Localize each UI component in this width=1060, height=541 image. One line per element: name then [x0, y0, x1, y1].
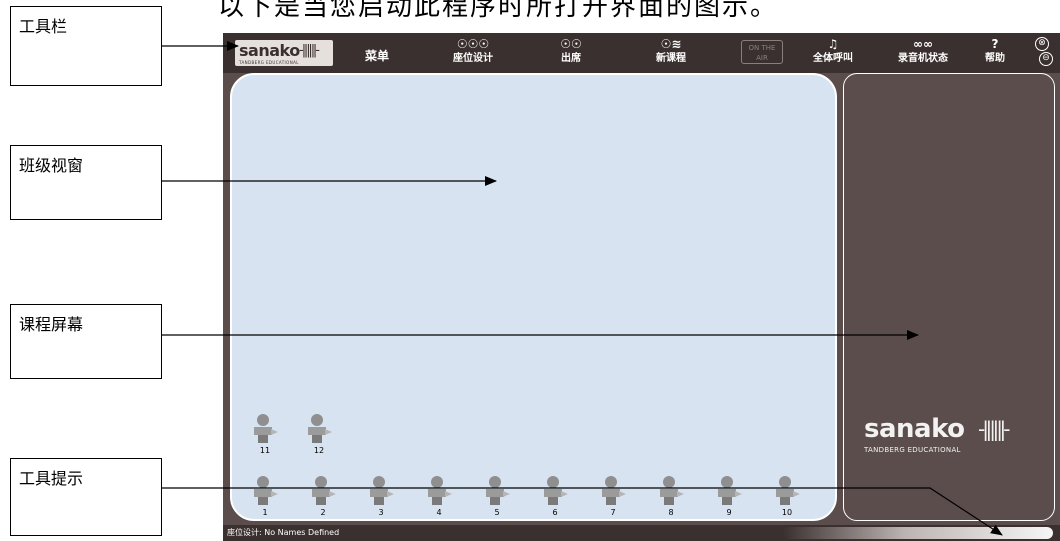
tooltip-bar [783, 527, 1053, 539]
seat-number: 12 [313, 446, 325, 455]
student-icon [660, 476, 684, 505]
new-course-label: 新课程 [656, 53, 686, 64]
seat-number: 10 [781, 508, 793, 517]
page-caption: 以下是当您启动此程序时所打开界面的图示。 [218, 0, 779, 22]
menu-button[interactable]: 菜单 [365, 47, 389, 64]
student-icon [370, 476, 394, 505]
logo-wave-icon: -‖‖‖- [299, 43, 320, 58]
seat-design-label: 座位设计 [453, 53, 493, 64]
callout-course-screen: 课程屏幕 [10, 304, 162, 379]
seat-2[interactable]: 2 [306, 475, 340, 523]
seat-3[interactable]: 3 [364, 475, 398, 523]
seat-10[interactable]: 10 [770, 475, 804, 523]
help-button[interactable]: ? 帮助 [975, 37, 1015, 65]
class-window: 11 12 1 2 3 4 5 6 7 8 9 10 [230, 73, 837, 521]
seat-number: 1 [262, 508, 268, 517]
course-logo-subtitle: TANDBERG EDUCATIONAL [864, 446, 961, 454]
student-icon [544, 476, 568, 505]
attendance-button[interactable]: ☉☉ 出席 [541, 37, 601, 65]
seat-number: 2 [320, 508, 326, 517]
callout-tooltip: 工具提示 [10, 458, 162, 536]
student-icon [308, 414, 332, 443]
new-course-icon: ☉≋ [660, 37, 682, 51]
student-icon [312, 476, 336, 505]
recorder-status-label: 录音机状态 [898, 53, 948, 64]
call-all-label: 全体呼叫 [813, 53, 853, 64]
seat-number: 4 [436, 508, 442, 517]
seat-number: 3 [378, 508, 384, 517]
seat-design-icon: ☉☉☉ [456, 37, 490, 51]
status-text: 座位设计: No Names Defined [227, 527, 339, 538]
attendance-label: 出席 [561, 53, 581, 64]
course-wave-icon: -‖‖‖- [978, 417, 1010, 441]
student-icon [718, 476, 742, 505]
recorder-icon: ∞∞ [913, 37, 933, 51]
seat-8[interactable]: 8 [654, 475, 688, 523]
recorder-status-button[interactable]: ∞∞ 录音机状态 [893, 37, 953, 65]
seat-number: 6 [552, 508, 558, 517]
seat-9[interactable]: 9 [712, 475, 746, 523]
status-value: No Names Defined [264, 528, 340, 537]
headset-icon: ♫ [827, 37, 839, 51]
seat-number: 9 [726, 508, 732, 517]
call-all-button[interactable]: ♫ 全体呼叫 [803, 37, 863, 65]
new-course-button[interactable]: ☉≋ 新课程 [641, 37, 701, 65]
callout-class-window: 班级视窗 [10, 145, 162, 220]
student-icon [486, 476, 510, 505]
course-screen: sanako TANDBERG EDUCATIONAL -‖‖‖- [843, 73, 1055, 521]
course-logo-brand: sanako [864, 414, 965, 444]
seat-4[interactable]: 4 [422, 475, 456, 523]
seat-number: 7 [610, 508, 616, 517]
callout-toolbar: 工具栏 [10, 6, 162, 86]
seat-number: 8 [668, 508, 674, 517]
student-icon [428, 476, 452, 505]
seat-1[interactable]: 1 [248, 475, 282, 523]
seat-7[interactable]: 7 [596, 475, 630, 523]
student-icon [254, 476, 278, 505]
help-label: 帮助 [985, 53, 1005, 64]
student-icon [602, 476, 626, 505]
logo-brand: sanako [239, 41, 300, 60]
seat-number: 5 [494, 508, 500, 517]
student-icon [776, 476, 800, 505]
seat-6[interactable]: 6 [538, 475, 572, 523]
close-button[interactable]: ⊗ [1035, 37, 1049, 51]
status-label: 座位设计: [227, 528, 262, 537]
seat-5[interactable]: 5 [480, 475, 514, 523]
app-window: sanako TANDBERG EDUCATIONAL -‖‖‖- 菜单 ☉☉☉… [223, 33, 1060, 541]
on-air-indicator: ON THE AIR [741, 40, 783, 64]
seat-design-button[interactable]: ☉☉☉ 座位设计 [443, 37, 503, 65]
status-bar: 座位设计: No Names Defined [223, 525, 1060, 541]
seat-number: 11 [259, 446, 271, 455]
seat-12[interactable]: 12 [302, 413, 336, 461]
seat-11[interactable]: 11 [248, 413, 282, 461]
toolbar: sanako TANDBERG EDUCATIONAL -‖‖‖- 菜单 ☉☉☉… [223, 33, 1060, 73]
student-icon [254, 414, 278, 443]
attendance-icon: ☉☉ [560, 37, 582, 51]
help-icon: ? [991, 37, 999, 51]
minimize-button[interactable]: ⊖ [1039, 52, 1053, 66]
logo-subtitle: TANDBERG EDUCATIONAL [239, 60, 299, 65]
